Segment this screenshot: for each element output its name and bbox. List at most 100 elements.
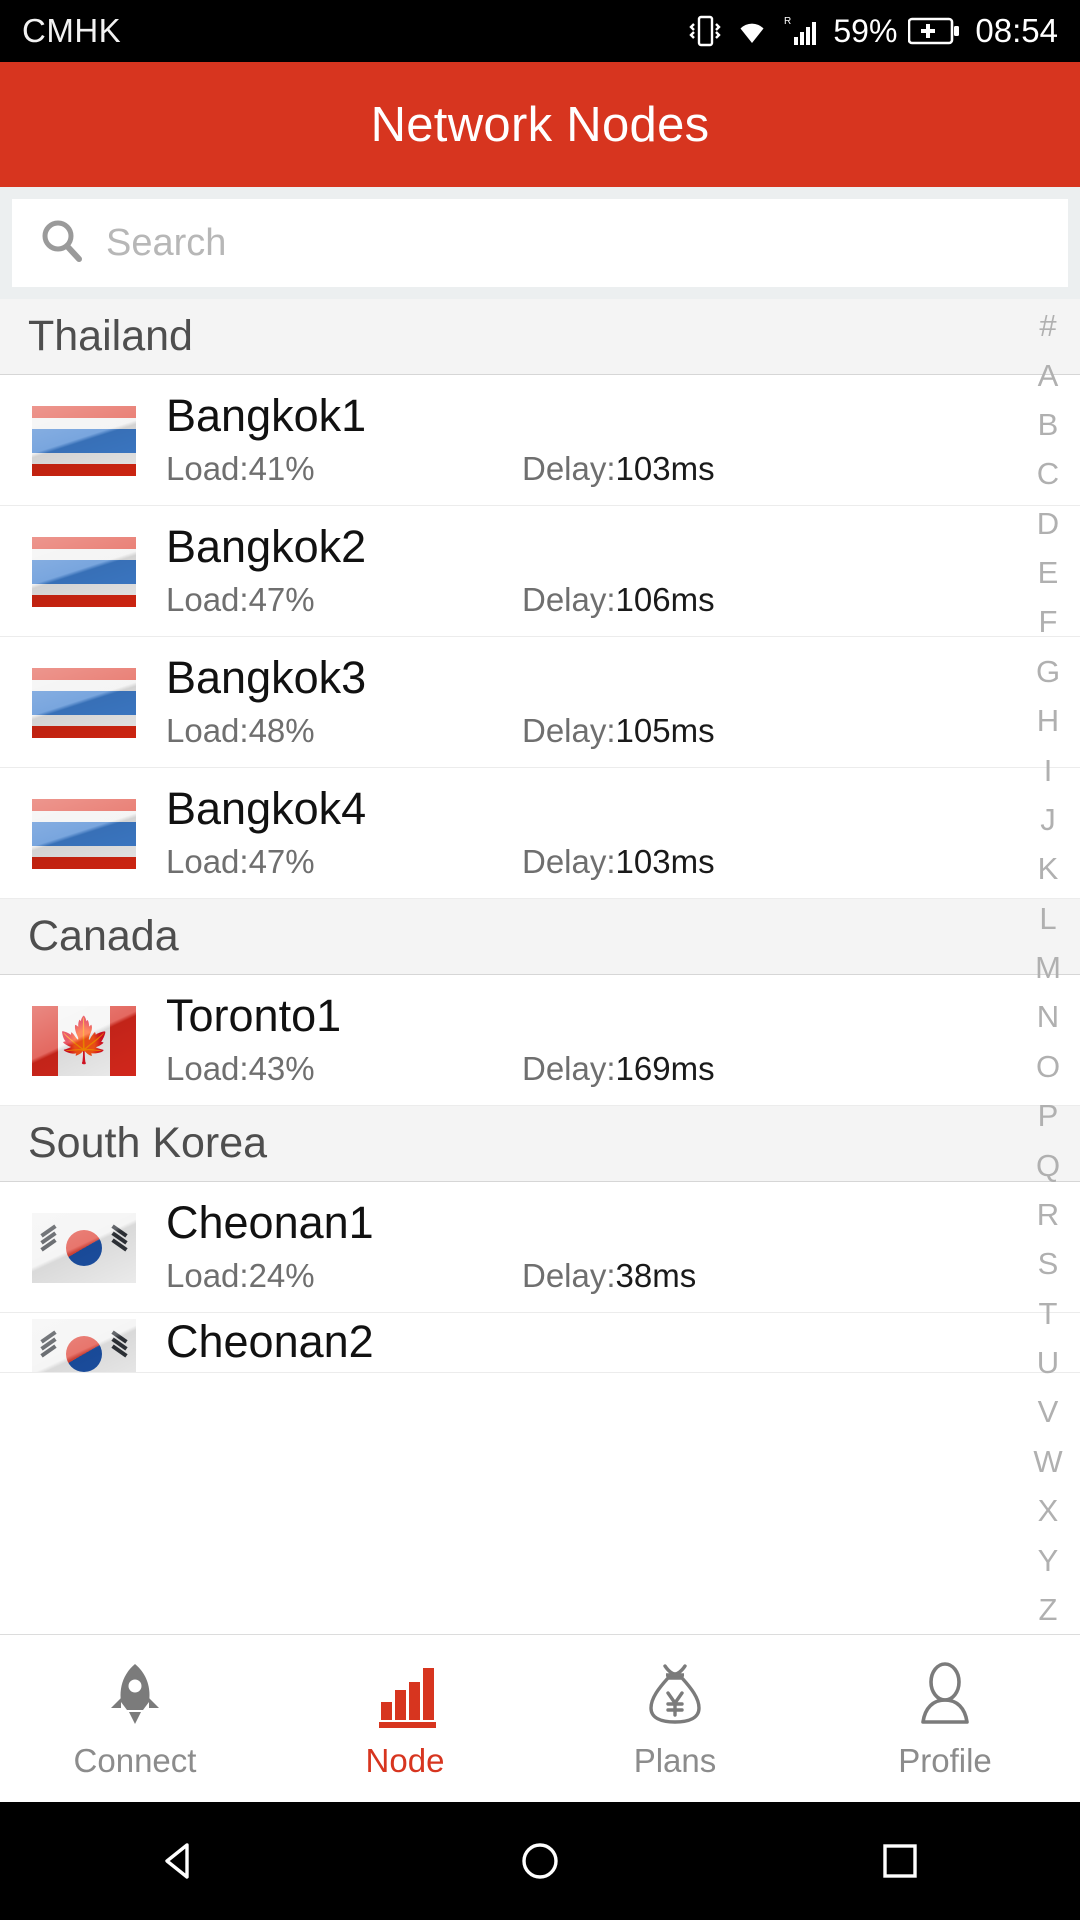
alpha-index-letter[interactable]: M (1016, 943, 1080, 992)
node-delay: Delay:38ms (522, 1257, 696, 1295)
alpha-index-letter[interactable]: H (1016, 696, 1080, 745)
alpha-index-letter[interactable]: K (1016, 844, 1080, 893)
node-delay: Delay:103ms (522, 843, 715, 881)
recents-square-icon[interactable] (840, 1802, 960, 1920)
section-header: South Korea (0, 1106, 1080, 1182)
node-row[interactable]: Bangkok3 Load:48% Delay:105ms (0, 637, 1080, 768)
alpha-index-letter[interactable]: G (1016, 647, 1080, 696)
flag-thailand-icon (32, 667, 136, 738)
node-delay-value: 103ms (615, 450, 715, 487)
alpha-index-letter[interactable]: E (1016, 548, 1080, 597)
node-load-label: Load:47% (166, 843, 315, 880)
alpha-index-letter[interactable]: B (1016, 400, 1080, 449)
person-icon (909, 1658, 981, 1730)
node-name: Bangkok4 (166, 783, 367, 834)
node-delay-label: Delay: (522, 450, 616, 487)
alpha-index-letter[interactable]: X (1016, 1486, 1080, 1535)
node-info: Bangkok3 Load:48% Delay:105ms (166, 655, 1080, 750)
alpha-index-letter[interactable]: D (1016, 499, 1080, 548)
search-input[interactable]: Search (12, 199, 1068, 287)
section-country-label: Canada (28, 912, 179, 960)
node-delay-label: Delay: (522, 843, 616, 880)
alpha-index-letter[interactable]: T (1016, 1289, 1080, 1338)
node-delay-value: 105ms (615, 712, 715, 749)
node-row[interactable]: Cheonan1 Load:24% Delay:38ms (0, 1182, 1080, 1313)
flag-canada-icon: 🍁 (32, 1005, 136, 1076)
search-icon (36, 215, 88, 272)
node-row[interactable]: 🍁 Toronto1 Load:43% Delay:169ms (0, 975, 1080, 1106)
alphabet-index-scrollbar[interactable]: # A B C D E F G H I J K L M N O P Q R S T U V W X Y Z (1016, 299, 1080, 1634)
page-title: Network Nodes (370, 97, 710, 152)
home-circle-icon[interactable] (480, 1802, 600, 1920)
back-triangle-icon[interactable] (120, 1802, 240, 1920)
node-delay-label: Delay: (522, 581, 616, 618)
node-row[interactable]: Bangkok1 Load:41% Delay:103ms (0, 375, 1080, 506)
node-info: Bangkok4 Load:47% Delay:103ms (166, 786, 1080, 881)
alpha-index-letter[interactable]: N (1016, 992, 1080, 1041)
node-row[interactable]: Bangkok4 Load:47% Delay:103ms (0, 768, 1080, 899)
tab-node[interactable]: Node (270, 1635, 540, 1802)
node-name: Toronto1 (166, 990, 342, 1041)
signal-roaming-icon: R (782, 13, 822, 49)
svg-text:R: R (784, 16, 791, 27)
tab-plans-label: Plans (633, 1741, 717, 1779)
alpha-index-letter[interactable]: L (1016, 894, 1080, 943)
alpha-index-letter[interactable]: Q (1016, 1140, 1080, 1189)
bar-chart-icon (369, 1658, 441, 1730)
node-row[interactable]: Bangkok2 Load:47% Delay:106ms (0, 506, 1080, 637)
phone-screen: CMHK R 59% 08:54 Network Nodes Search Th… (0, 0, 1080, 1920)
node-list[interactable]: Thailand Bangkok1 Load:41% Delay:103ms Bangk… (0, 299, 1080, 1634)
alpha-index-letter[interactable]: C (1016, 449, 1080, 498)
node-stats: Load:41% Delay:103ms (166, 450, 970, 488)
node-delay: Delay:105ms (522, 712, 715, 750)
alpha-index-letter[interactable]: O (1016, 1042, 1080, 1091)
alpha-index-letter[interactable]: A (1016, 350, 1080, 399)
alpha-index-letter[interactable]: I (1016, 745, 1080, 794)
node-load-label: Load:41% (166, 450, 315, 487)
node-delay: Delay:169ms (522, 1050, 715, 1088)
node-delay-label: Delay: (522, 1050, 616, 1087)
alpha-index-letter[interactable]: Z (1016, 1585, 1080, 1634)
rocket-icon (99, 1658, 171, 1730)
wifi-icon (733, 14, 771, 48)
node-load-label: Load:24% (166, 1257, 315, 1294)
node-info: Cheonan1 Load:24% Delay:38ms (166, 1200, 1080, 1295)
node-info: Cheonan2 (166, 1319, 1080, 1373)
section-header: Thailand (0, 299, 1080, 375)
vibrate-icon (688, 13, 722, 49)
alpha-index-letter[interactable]: V (1016, 1387, 1080, 1436)
node-delay-value: 38ms (615, 1257, 697, 1294)
flag-thailand-icon (32, 798, 136, 869)
bottom-tab-bar: Connect Node Plans Profile (0, 1634, 1080, 1802)
flag-south-korea-icon (32, 1319, 136, 1373)
tab-node-label: Node (365, 1741, 445, 1779)
node-stats: Load:43% Delay:169ms (166, 1050, 970, 1088)
carrier-label: CMHK (22, 12, 122, 49)
alpha-index-letter[interactable]: U (1016, 1338, 1080, 1387)
node-info: Bangkok2 Load:47% Delay:106ms (166, 524, 1080, 619)
node-name: Cheonan2 (166, 1316, 374, 1367)
alpha-index-letter[interactable]: P (1016, 1091, 1080, 1140)
node-stats: Load:47% Delay:103ms (166, 843, 970, 881)
node-list-area: Thailand Bangkok1 Load:41% Delay:103ms Bangk… (0, 299, 1080, 1634)
search-placeholder: Search (106, 221, 227, 264)
alpha-index-letter[interactable]: F (1016, 597, 1080, 646)
section-header: Canada (0, 899, 1080, 975)
alpha-index-letter[interactable]: J (1016, 795, 1080, 844)
battery-charging-icon (908, 16, 960, 46)
alpha-index-letter[interactable]: # (1016, 301, 1080, 350)
node-row[interactable]: Cheonan2 (0, 1313, 1080, 1373)
tab-profile[interactable]: Profile (810, 1635, 1080, 1802)
node-load-label: Load:47% (166, 581, 315, 618)
tab-connect[interactable]: Connect (0, 1635, 270, 1802)
flag-thailand-icon (32, 405, 136, 476)
section-country-label: Thailand (28, 312, 193, 360)
alpha-index-letter[interactable]: R (1016, 1190, 1080, 1239)
alpha-index-letter[interactable]: W (1016, 1437, 1080, 1486)
tab-plans[interactable]: Plans (540, 1635, 810, 1802)
alpha-index-letter[interactable]: S (1016, 1239, 1080, 1288)
node-delay-label: Delay: (522, 1257, 616, 1294)
node-delay-value: 103ms (615, 843, 715, 880)
alpha-index-letter[interactable]: Y (1016, 1535, 1080, 1584)
status-bar: CMHK R 59% 08:54 (0, 0, 1080, 62)
